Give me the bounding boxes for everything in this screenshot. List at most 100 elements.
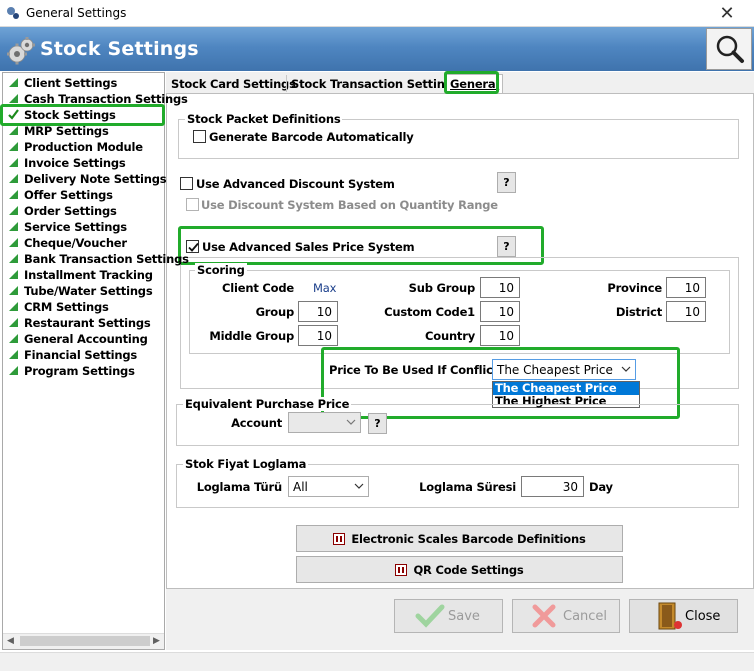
scoring-legend: Scoring <box>195 263 247 277</box>
log-type-value: All <box>293 480 308 494</box>
sidebar-item-label: Service Settings <box>24 219 127 234</box>
account-help-button[interactable]: ? <box>368 413 387 434</box>
sidebar-item-label: Restaurant Settings <box>24 315 151 330</box>
green-triangle-icon <box>9 254 18 263</box>
sales-price-help-button[interactable]: ? <box>497 236 516 257</box>
qr-code-settings-button[interactable]: QR Code Settings <box>296 556 623 583</box>
sidebar-item-label: Installment Tracking <box>24 267 153 282</box>
account-select[interactable] <box>288 412 361 433</box>
green-triangle-icon <box>9 350 18 359</box>
scales-barcode-button[interactable]: Electronic Scales Barcode Definitions <box>296 525 623 552</box>
sidebar-scroll-thumb[interactable] <box>20 636 150 646</box>
close-button[interactable]: Close <box>629 599 738 633</box>
sidebar-item[interactable]: General Accounting <box>8 331 148 346</box>
advanced-discount-label: Use Advanced Discount System <box>196 177 395 191</box>
sidebar-item[interactable]: Order Settings <box>8 203 117 218</box>
sidebar-item[interactable]: Cheque/Voucher <box>8 235 127 250</box>
sidebar-item[interactable]: Bank Transaction Settings <box>8 251 189 266</box>
middle-group-score-input[interactable]: 10 <box>298 325 338 346</box>
log-type-select[interactable]: All <box>288 476 369 497</box>
sidebar-item[interactable]: Client Settings <box>8 75 117 90</box>
conflict-label: Price To Be Used If Conflicts <box>329 363 505 377</box>
sidebar-item-label: Client Settings <box>24 75 118 90</box>
sidebar-item[interactable]: Offer Settings <box>8 187 113 202</box>
quantity-range-checkbox[interactable] <box>186 198 199 211</box>
sidebar-item[interactable]: Financial Settings <box>8 347 137 362</box>
sidebar-item[interactable]: Production Module <box>8 139 143 154</box>
green-triangle-icon <box>9 238 18 247</box>
cancel-x-icon <box>532 604 556 628</box>
green-triangle-icon <box>9 126 18 135</box>
sidebar-item-label: Delivery Note Settings <box>24 171 167 186</box>
log-duration-unit: Day <box>589 480 613 494</box>
pause-icon <box>395 563 408 576</box>
sidebar-item[interactable]: Cash Transaction Settings <box>8 91 188 106</box>
country-label: Country <box>425 329 475 343</box>
tab-stock-transaction-settings[interactable]: Stock Transaction Settings <box>288 74 462 93</box>
sidebar-item[interactable]: Stock Settings <box>8 107 116 122</box>
sidebar-item[interactable]: Program Settings <box>8 363 135 378</box>
green-triangle-icon <box>9 302 18 311</box>
sidebar-item[interactable]: Restaurant Settings <box>8 315 151 330</box>
sidebar-item[interactable]: MRP Settings <box>8 123 109 138</box>
log-duration-input[interactable]: 30 <box>521 476 584 497</box>
generate-barcode-checkbox[interactable] <box>193 130 206 143</box>
sidebar-item[interactable]: CRM Settings <box>8 299 109 314</box>
conflict-price-select[interactable]: The Cheapest Price <box>492 359 636 380</box>
green-triangle-icon <box>9 158 18 167</box>
green-triangle-icon <box>9 334 18 343</box>
status-bar <box>0 652 754 671</box>
stock-packet-legend: Stock Packet Definitions <box>185 112 343 126</box>
green-triangle-icon <box>9 318 18 327</box>
sidebar-item-label: Financial Settings <box>24 347 138 362</box>
conflict-selected-value: The Cheapest Price <box>497 363 613 377</box>
province-score-input[interactable]: 10 <box>666 277 706 298</box>
country-score-input[interactable]: 10 <box>480 325 520 346</box>
green-triangle-icon <box>9 270 18 279</box>
sidebar-item[interactable]: Tube/Water Settings <box>8 283 153 298</box>
sidebar-item-label: Program Settings <box>24 363 135 378</box>
sub-group-label: Sub Group <box>408 281 476 295</box>
cancel-label: Cancel <box>563 608 608 624</box>
group-score-input[interactable]: 10 <box>298 301 338 322</box>
group-label: Group <box>255 305 295 319</box>
chevron-down-icon <box>621 366 631 372</box>
log-legend: Stok Fiyat Loglama <box>183 457 309 471</box>
sidebar-item[interactable]: Delivery Note Settings <box>8 171 167 186</box>
sidebar-item-label: Invoice Settings <box>24 155 126 170</box>
save-button[interactable]: Save <box>394 599 503 633</box>
search-button[interactable] <box>706 28 752 70</box>
gears-icon <box>7 37 35 65</box>
client-code-value: Max <box>313 281 337 295</box>
green-triangle-icon <box>9 286 18 295</box>
quantity-range-label: Use Discount System Based on Quantity Ra… <box>201 198 498 212</box>
sidebar-item-label: Bank Transaction Settings <box>24 251 189 266</box>
checkmark-icon <box>8 109 19 120</box>
tab-general[interactable]: General <box>446 74 504 93</box>
advanced-discount-checkbox[interactable] <box>180 177 193 190</box>
qr-code-settings-label: QR Code Settings <box>413 562 524 577</box>
sidebar-item[interactable]: Installment Tracking <box>8 267 153 282</box>
sidebar-item-label: Stock Settings <box>24 107 116 122</box>
sub-group-score-input[interactable]: 10 <box>480 277 520 298</box>
log-type-label: Loglama Türü <box>196 480 283 494</box>
custom-code1-label: Custom Code1 <box>384 305 475 319</box>
pause-icon <box>333 532 346 545</box>
scroll-left-icon[interactable]: ◀ <box>7 635 14 646</box>
district-score-input[interactable]: 10 <box>666 301 706 322</box>
window-close-button[interactable]: ✕ <box>700 0 754 27</box>
green-triangle-icon <box>9 222 18 231</box>
discount-help-button[interactable]: ? <box>497 172 516 193</box>
green-triangle-icon <box>9 206 18 215</box>
sidebar-item-label: Order Settings <box>24 203 117 218</box>
sidebar-item[interactable]: Service Settings <box>8 219 127 234</box>
cancel-button[interactable]: Cancel <box>512 599 620 633</box>
sidebar-item-label: MRP Settings <box>24 123 109 138</box>
scroll-right-icon[interactable]: ▶ <box>153 635 160 646</box>
green-triangle-icon <box>9 94 18 103</box>
account-label: Account <box>231 416 282 430</box>
equivalent-price-legend: Equivalent Purchase Price <box>183 397 352 411</box>
sidebar-item[interactable]: Invoice Settings <box>8 155 126 170</box>
sidebar-item-label: General Accounting <box>24 331 148 346</box>
custom-code1-score-input[interactable]: 10 <box>480 301 520 322</box>
